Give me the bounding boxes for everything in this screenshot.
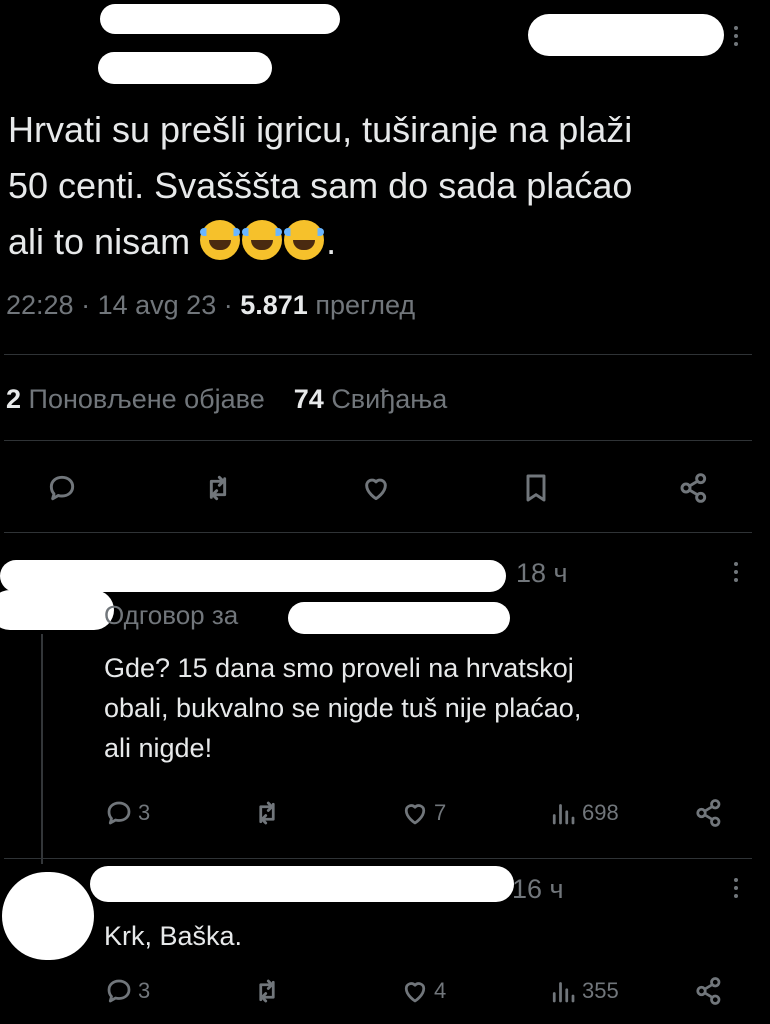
tweet-text: Hrvati su prešli igricu, tuširanje na pl…	[8, 102, 768, 270]
reply-1-views-button[interactable]: 698	[548, 798, 619, 828]
views-icon	[552, 804, 575, 825]
tweet-line-2: 50 centi. Svašššta sam do sada plaćao	[8, 165, 633, 206]
reply-2-reply-count: 3	[138, 978, 151, 1003]
reply-2-like-count: 4	[434, 978, 447, 1003]
reply-icon	[107, 801, 131, 825]
divider	[4, 858, 752, 859]
laughing-emoji-icon	[284, 220, 325, 260]
tweet-date[interactable]: 14 avg 23	[98, 290, 217, 320]
share-icon	[680, 473, 707, 503]
share-icon	[696, 977, 721, 1005]
divider	[4, 354, 752, 355]
reply-1-author-redacted	[0, 560, 506, 592]
reply-2-time[interactable]: 16 ч	[512, 874, 564, 905]
reply-2-avatar-redacted	[2, 872, 94, 960]
like-button[interactable]	[354, 466, 398, 510]
reply-2-line-1: Krk, Baška.	[104, 921, 243, 951]
reposts-count: 2	[6, 384, 22, 414]
tweet-line-3-text: ali to nisam	[8, 221, 191, 262]
reply-2-share-button[interactable]	[694, 976, 724, 1006]
likes-stat[interactable]: 74 Свиђања	[294, 384, 447, 414]
tweet-meta: 22:28 · 14 avg 23 · 5.871 преглед	[6, 290, 415, 321]
like-icon	[404, 804, 426, 825]
like-icon	[365, 478, 387, 501]
laughing-emoji-icon	[242, 220, 283, 260]
meta-separator: ·	[223, 290, 233, 320]
bookmark-button[interactable]	[514, 466, 558, 510]
reply-1-line-2: obali, bukvalno se nigde tuš nije plaćao…	[104, 693, 582, 723]
reply-2-like-button[interactable]: 4	[400, 976, 446, 1006]
replying-to-handle-redacted	[288, 602, 510, 634]
reply-2-text: Krk, Baška.	[104, 916, 754, 956]
reply-1-like-button[interactable]: 7	[400, 798, 446, 828]
reply-1-like-count: 7	[434, 800, 447, 825]
repost-icon	[259, 979, 275, 1003]
reply-icon	[49, 475, 75, 501]
laughing-emoji-icon	[200, 220, 241, 260]
reply-2-reply-button[interactable]: 3	[104, 976, 150, 1006]
divider	[4, 532, 752, 533]
reply-1-repost-button[interactable]	[252, 798, 282, 828]
stats-row: 2 Поновљене објаве 74 Свиђања	[6, 384, 447, 415]
tweet-line-1: Hrvati su prešli igricu, tuširanje na pl…	[8, 109, 633, 150]
reply-1-view-count: 698	[582, 800, 619, 825]
reply-2-author-redacted	[90, 866, 514, 902]
repost-icon	[209, 475, 227, 501]
likes-label: Свиђања	[331, 384, 448, 414]
share-button[interactable]	[672, 466, 716, 510]
reply-1-line-1: Gde? 15 dana smo proveli na hrvatskoj	[104, 653, 574, 683]
reply-2-view-count: 355	[582, 978, 619, 1003]
meta-separator: ·	[81, 290, 91, 320]
like-icon	[404, 982, 426, 1003]
replying-to: Одговор за	[104, 600, 238, 631]
views-icon	[552, 982, 575, 1003]
reply-1-time[interactable]: 18 ч	[516, 558, 568, 589]
repost-button[interactable]	[196, 466, 240, 510]
reply-2-more-icon[interactable]	[734, 878, 740, 898]
bookmark-icon	[526, 474, 546, 502]
reply-1-reply-count: 3	[138, 800, 151, 825]
reply-1-avatar-redacted	[0, 590, 114, 630]
views-count: 5.871	[240, 290, 308, 320]
divider	[4, 440, 752, 441]
likes-count: 74	[293, 384, 324, 414]
reply-1-line-3: ali nigde!	[104, 733, 213, 763]
reposts-stat[interactable]: 2 Поновљене објаве	[6, 384, 272, 414]
reposts-label: Поновљене објаве	[28, 384, 265, 414]
reply-2-repost-button[interactable]	[252, 976, 282, 1006]
tweet-line-3-tail: .	[326, 221, 337, 262]
reply-icon	[107, 979, 131, 1003]
repost-icon	[259, 801, 275, 825]
reply-2-views-button[interactable]: 355	[548, 976, 619, 1006]
reply-button[interactable]	[40, 466, 84, 510]
replying-to-label: Одговор за	[104, 600, 239, 630]
author-name-redacted	[100, 4, 340, 34]
views-label: преглед	[315, 290, 416, 320]
share-icon	[696, 799, 721, 827]
tweet-line-3: ali to nisam .	[8, 214, 768, 270]
reply-1-share-button[interactable]	[694, 798, 724, 828]
thread-line	[41, 634, 43, 864]
tweet-time[interactable]: 22:28	[6, 290, 74, 320]
more-options-icon[interactable]	[734, 26, 740, 46]
reply-1-more-icon[interactable]	[734, 562, 740, 582]
reply-1-text: Gde? 15 dana smo proveli na hrvatskoj ob…	[104, 648, 754, 768]
follow-area-redacted	[528, 14, 724, 56]
author-handle-redacted	[98, 52, 272, 84]
reply-1-reply-button[interactable]: 3	[104, 798, 150, 828]
